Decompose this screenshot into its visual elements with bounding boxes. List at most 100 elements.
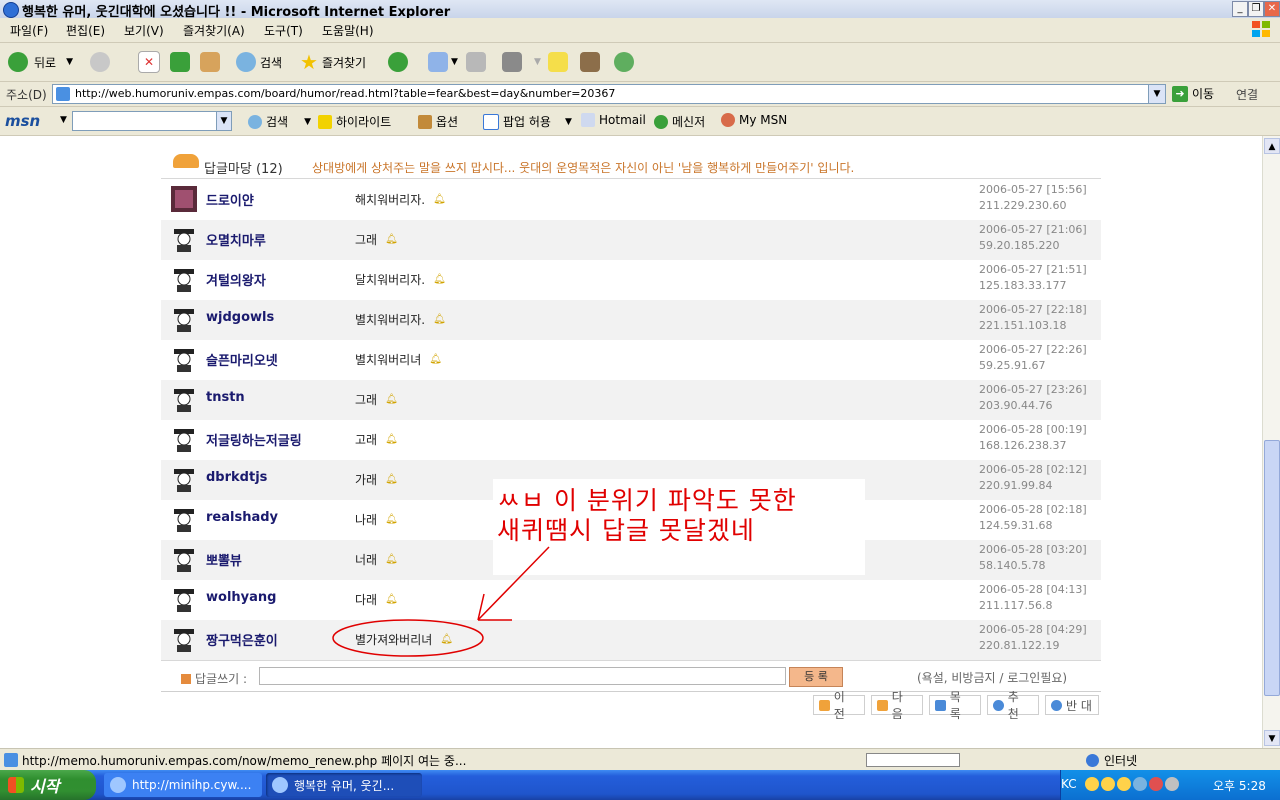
address-label: 주소(D) bbox=[6, 88, 47, 102]
ie-icon bbox=[3, 2, 19, 18]
msn-search-dropdown[interactable]: ▼ bbox=[216, 112, 231, 130]
hotmail-icon bbox=[581, 113, 595, 127]
messenger-icon bbox=[654, 114, 668, 129]
msn-toolbar: msn ▼ ▼ 검색 ▼ 하이라이트 옵션 팝업 허용 ▼ Hotmail 메신… bbox=[0, 107, 1280, 136]
mail-button[interactable]: ▼ bbox=[428, 51, 458, 73]
chevron-down-icon: ▼ bbox=[66, 57, 74, 67]
security-zone: 인터넷 bbox=[1086, 752, 1137, 769]
windows-logo-icon bbox=[1252, 21, 1270, 37]
clock: 오후 5:28 bbox=[1213, 779, 1266, 793]
taskbar-item-minihp[interactable]: http://minihp.cyw.... bbox=[104, 773, 262, 797]
history-button[interactable] bbox=[388, 51, 408, 73]
msn-search-input[interactable]: ▼ bbox=[72, 111, 232, 131]
menu-help[interactable]: 도움말(H) bbox=[322, 22, 374, 39]
page-icon bbox=[4, 753, 18, 767]
highlight-label: 하이라이트 bbox=[336, 115, 392, 129]
my-msn-icon bbox=[721, 113, 735, 127]
go-button[interactable]: ➜ 이동 bbox=[1172, 85, 1214, 102]
chevron-down-icon: ▼ bbox=[304, 116, 312, 127]
edit-button[interactable]: ▼ bbox=[502, 51, 541, 73]
address-input[interactable]: http://web.humoruniv.empas.com/board/hum… bbox=[52, 84, 1166, 104]
msn-logo[interactable]: msn bbox=[5, 112, 40, 130]
favorites-button[interactable]: ★ 즐겨찾기 bbox=[300, 50, 367, 74]
hotmail-button[interactable]: Hotmail bbox=[581, 113, 646, 127]
start-button[interactable]: 시작 bbox=[0, 770, 96, 800]
search-icon bbox=[248, 114, 262, 129]
home-button[interactable] bbox=[200, 51, 220, 73]
annotation-circle bbox=[332, 619, 484, 657]
msn-search-button[interactable]: 검색 ▼ bbox=[248, 113, 311, 130]
refresh-button[interactable] bbox=[170, 51, 190, 73]
back-button[interactable]: 뒤로 ▼ bbox=[8, 51, 73, 73]
search-button[interactable]: 검색 bbox=[236, 51, 282, 73]
menu-bar: 파일(F) 편집(E) 보기(V) 즐겨찾기(A) 도구(T) 도움말(H) bbox=[0, 18, 1280, 43]
address-dropdown-button[interactable]: ▼ bbox=[1148, 85, 1165, 103]
print-button[interactable] bbox=[466, 51, 486, 73]
tray-app-icon[interactable] bbox=[1165, 777, 1179, 791]
vertical-scrollbar[interactable]: ▲ ▼ bbox=[1262, 136, 1280, 748]
highlight-button[interactable]: 하이라이트 bbox=[318, 113, 391, 130]
research-icon bbox=[580, 52, 600, 72]
my-msn-label: My MSN bbox=[739, 113, 788, 127]
tray-app-icon[interactable] bbox=[1117, 777, 1131, 791]
popup-window-icon bbox=[483, 113, 499, 130]
close-button[interactable]: ✕ bbox=[1264, 1, 1280, 17]
msn-search-label: 검색 bbox=[266, 115, 289, 129]
menu-favorites[interactable]: 즐겨찾기(A) bbox=[183, 22, 245, 39]
windows-flag-icon bbox=[8, 777, 24, 793]
stop-button[interactable]: ✕ bbox=[138, 51, 160, 73]
taskbar-item-humoruniv[interactable]: 행복한 유머, 웃긴... bbox=[266, 773, 422, 797]
minimize-button[interactable]: _ bbox=[1232, 1, 1248, 17]
ie-icon bbox=[110, 777, 126, 793]
go-arrow-icon: ➜ bbox=[1172, 85, 1188, 102]
my-msn-button[interactable]: My MSN bbox=[721, 113, 787, 127]
menu-edit[interactable]: 편집(E) bbox=[66, 22, 105, 39]
links-button[interactable]: 연결 bbox=[1236, 86, 1258, 103]
chevron-down-icon[interactable]: ▼ bbox=[60, 115, 67, 125]
tray-app-icon[interactable] bbox=[1149, 777, 1163, 791]
research-button[interactable] bbox=[580, 51, 600, 73]
language-indicator[interactable]: KC bbox=[1061, 777, 1077, 791]
notes-button[interactable] bbox=[548, 51, 568, 73]
scroll-down-button[interactable]: ▼ bbox=[1264, 730, 1280, 746]
tray-app-icon[interactable] bbox=[1133, 777, 1147, 791]
mail-icon bbox=[428, 52, 448, 72]
msn-messenger-button[interactable]: 메신저 bbox=[654, 113, 705, 130]
options-button[interactable]: 옵션 bbox=[418, 113, 458, 130]
options-icon bbox=[418, 114, 432, 129]
annotation-arrow bbox=[332, 546, 550, 657]
standard-toolbar: 뒤로 ▼ ✕ 검색 ★ 즐겨찾기 ▼ ▼ bbox=[0, 43, 1280, 82]
tray-app-icon[interactable] bbox=[1101, 777, 1115, 791]
title-bar: 행복한 유머, 웃긴대학에 오셨습니다 !! - Microsoft Inter… bbox=[0, 0, 1280, 20]
status-text: http://memo.humoruniv.empas.com/now/memo… bbox=[22, 754, 467, 768]
messenger-icon bbox=[614, 52, 634, 72]
stop-icon: ✕ bbox=[138, 51, 160, 73]
ie-icon bbox=[272, 777, 288, 793]
task-label: 행복한 유머, 웃긴... bbox=[294, 778, 395, 793]
menu-file[interactable]: 파일(F) bbox=[10, 22, 48, 39]
progress-bar bbox=[866, 753, 960, 767]
address-bar: 주소(D) http://web.humoruniv.empas.com/boa… bbox=[0, 82, 1280, 107]
task-label: http://minihp.cyw.... bbox=[132, 778, 252, 792]
chevron-down-icon: ▼ bbox=[451, 57, 458, 67]
notes-icon bbox=[548, 52, 568, 72]
back-arrow-icon bbox=[8, 52, 28, 72]
maximize-button[interactable]: ❐ bbox=[1248, 1, 1264, 17]
menu-view[interactable]: 보기(V) bbox=[124, 22, 164, 39]
favorites-label: 즐겨찾기 bbox=[321, 55, 367, 70]
messenger-label: 메신저 bbox=[672, 115, 706, 129]
start-label: 시작 bbox=[30, 777, 60, 796]
tray-icons bbox=[1085, 777, 1179, 791]
scroll-up-button[interactable]: ▲ bbox=[1264, 138, 1280, 154]
scroll-thumb[interactable] bbox=[1264, 440, 1280, 696]
popup-label: 팝업 허용 bbox=[503, 115, 551, 129]
forward-button[interactable] bbox=[90, 51, 110, 73]
popup-button[interactable]: 팝업 허용 ▼ bbox=[483, 113, 572, 130]
messenger-button[interactable] bbox=[614, 51, 634, 73]
go-label: 이동 bbox=[1192, 87, 1215, 101]
options-label: 옵션 bbox=[436, 115, 459, 129]
menu-tools[interactable]: 도구(T) bbox=[264, 22, 303, 39]
taskbar: 시작 http://minihp.cyw.... 행복한 유머, 웃긴... K… bbox=[0, 770, 1280, 800]
tray-app-icon[interactable] bbox=[1085, 777, 1099, 791]
print-icon bbox=[466, 52, 486, 72]
